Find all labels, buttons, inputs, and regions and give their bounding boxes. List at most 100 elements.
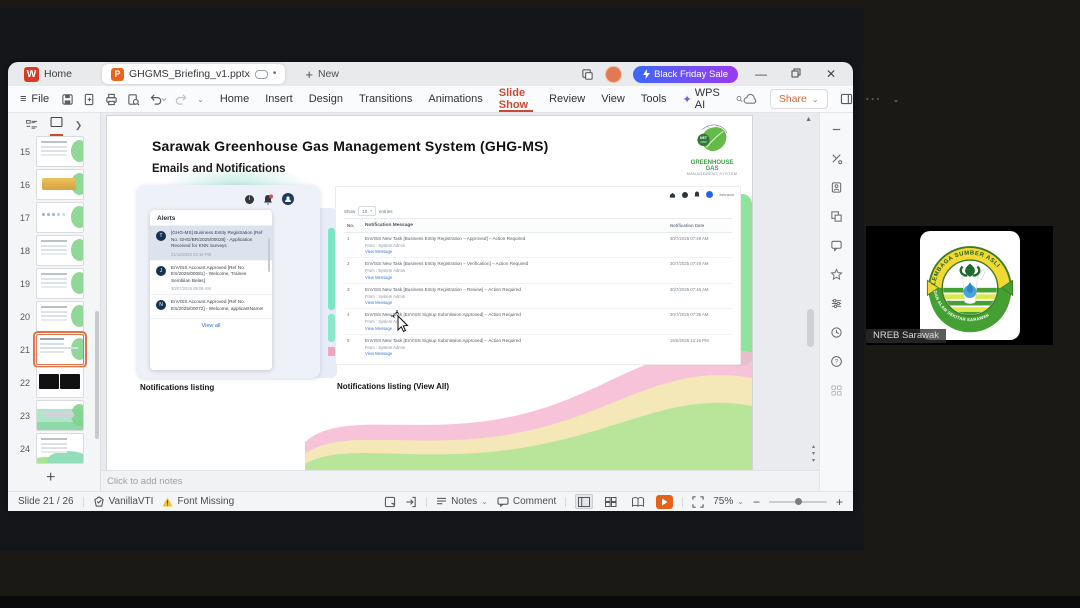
- tab-slide-show[interactable]: Slide Show: [499, 86, 533, 112]
- svg-text:?: ?: [835, 359, 839, 366]
- view-message-link[interactable]: View Message: [365, 275, 670, 281]
- new-tab-button[interactable]: + New: [305, 67, 339, 82]
- zoom-slider-knob[interactable]: [794, 498, 802, 505]
- save-icon[interactable]: [61, 93, 74, 106]
- tab-animations[interactable]: Animations: [428, 86, 482, 112]
- zoom-out-button[interactable]: −: [753, 495, 760, 509]
- slide-subtitle: Emails and Notifications: [152, 163, 286, 175]
- tab-review[interactable]: Review: [549, 86, 585, 112]
- tab-home[interactable]: Home: [220, 86, 249, 112]
- canvas-scroll-up-icon[interactable]: ▲: [805, 116, 812, 123]
- add-slide-button[interactable]: +: [46, 469, 55, 487]
- font-missing-warning[interactable]: Font Missing: [162, 496, 234, 507]
- minimize-button[interactable]: —: [749, 68, 773, 80]
- tab-transitions[interactable]: Transitions: [359, 86, 412, 112]
- alert-item[interactable]: T [GHG-MS] Business Entity Registration …: [150, 226, 272, 261]
- undo-icon[interactable]: [149, 93, 167, 106]
- tab-design[interactable]: Design: [309, 86, 343, 112]
- alert-message: EnVISS Account Approved [Ref No. ES/2025…: [171, 299, 264, 312]
- slide-thumbnail-19[interactable]: 19: [8, 267, 100, 300]
- reading-view-button[interactable]: [629, 494, 647, 509]
- thumbnail-scrollbar[interactable]: [95, 311, 99, 439]
- history-icon[interactable]: [830, 326, 843, 339]
- panel-layout-icon[interactable]: [840, 93, 853, 105]
- view-all-link[interactable]: View all: [150, 319, 272, 333]
- zoom-slider[interactable]: [768, 498, 827, 505]
- promo-button[interactable]: Black Friday Sale: [633, 65, 738, 83]
- mini-window-icon[interactable]: [384, 496, 396, 508]
- prev-next-slide-buttons[interactable]: ▴ ▾ ▾: [812, 444, 815, 465]
- print-preview-icon[interactable]: [127, 93, 140, 106]
- outline-view-icon[interactable]: [25, 120, 38, 130]
- search-icon[interactable]: [736, 93, 743, 105]
- redo-icon[interactable]: [175, 93, 188, 106]
- view-message-link[interactable]: View Message: [365, 300, 670, 306]
- close-button[interactable]: ✕: [819, 68, 843, 80]
- slide-thumbnail-15[interactable]: 15: [8, 135, 100, 168]
- table-row: 2 EnVISS New Task [Business Entity Regis…: [344, 258, 732, 284]
- apps-grid-icon[interactable]: [830, 384, 843, 397]
- zoom-level[interactable]: 75% ⌄: [713, 496, 744, 507]
- help-icon[interactable]: ?: [830, 355, 843, 368]
- tab-view[interactable]: View: [601, 86, 625, 112]
- wps-home-tab[interactable]: W Home: [14, 66, 72, 82]
- settings-sliders-icon[interactable]: [830, 297, 843, 310]
- slideshow-play-button[interactable]: [656, 494, 674, 509]
- collapse-rail-icon[interactable]: [830, 123, 843, 136]
- file-menu[interactable]: ≡ File: [20, 93, 49, 105]
- tab-wps-ai[interactable]: ✦ WPS AI: [683, 86, 720, 112]
- print-icon[interactable]: [105, 93, 118, 106]
- svg-text:2050: 2050: [700, 140, 707, 144]
- tab-list-icon[interactable]: [581, 68, 594, 81]
- shapes-icon[interactable]: [830, 210, 843, 223]
- slide-thumbnail-24[interactable]: 24: [8, 432, 100, 465]
- document-tab[interactable]: P GHGMS_Briefing_v1.pptx •: [102, 64, 286, 84]
- notes-bar[interactable]: Click to add notes: [101, 470, 819, 491]
- slide-thumbnail-23[interactable]: 23: [8, 399, 100, 432]
- account-avatar[interactable]: [605, 65, 623, 83]
- editing-canvas: Sarawak Greenhouse Gas Management System…: [101, 113, 819, 491]
- slide-thumbnail-16[interactable]: 16: [8, 168, 100, 201]
- participant-video-tile[interactable]: LEMBAGA SUMBER ASLI DAN ALAM SEKITAR SAR…: [866, 226, 1053, 345]
- collapse-ribbon-icon[interactable]: ⌄: [893, 95, 900, 104]
- slide-view-icon[interactable]: [50, 116, 63, 128]
- zoom-in-button[interactable]: +: [836, 495, 843, 509]
- document-title: GHGMS_Briefing_v1.pptx: [129, 68, 250, 80]
- alerts-scrollbar[interactable]: [268, 238, 270, 272]
- alerts-dropdown-card: Alerts T [GHG-MS] Business Entity Regist…: [150, 210, 272, 370]
- favorites-icon[interactable]: [830, 268, 843, 281]
- alert-item[interactable]: N EnVISS Account Approved [Ref No. ES/20…: [150, 295, 272, 319]
- normal-view-button[interactable]: [575, 494, 594, 509]
- alert-item[interactable]: J EnVISS Account Approved [Ref No. ES/20…: [150, 261, 272, 296]
- view-message-link[interactable]: View Message: [365, 351, 670, 357]
- view-message-link[interactable]: View Message: [365, 249, 670, 255]
- entries-select[interactable]: 10 ▾: [358, 206, 377, 216]
- exit-show-icon[interactable]: [405, 496, 417, 508]
- theme-indicator[interactable]: VanillaVTI: [93, 496, 153, 507]
- collapse-panel-icon[interactable]: ❯: [75, 120, 83, 131]
- profile-name: Johnson: [718, 192, 734, 197]
- restore-button[interactable]: [784, 68, 808, 80]
- slide-thumbnail-17[interactable]: 17: [8, 201, 100, 234]
- notes-toggle[interactable]: Notes ⌄: [436, 496, 488, 507]
- slide-thumbnail-20[interactable]: 20: [8, 300, 100, 333]
- view-message-link[interactable]: View Message: [365, 326, 670, 332]
- comment-panel-icon[interactable]: [830, 239, 843, 252]
- slide-thumbnail-18[interactable]: 18: [8, 234, 100, 267]
- slide-canvas[interactable]: Sarawak Greenhouse Gas Management System…: [106, 115, 753, 473]
- resume-assistant-icon[interactable]: [830, 181, 843, 194]
- more-options-icon[interactable]: ⋯: [865, 89, 881, 109]
- tab-insert[interactable]: Insert: [265, 86, 293, 112]
- fit-slide-icon[interactable]: [692, 495, 704, 508]
- slide-thumbnail-22[interactable]: 22: [8, 366, 100, 399]
- canvas-scrollbar[interactable]: [807, 309, 814, 347]
- quickbar-more-icon[interactable]: ⌄: [197, 95, 204, 104]
- slide-sorter-view-button[interactable]: [602, 494, 620, 509]
- comment-button[interactable]: Comment: [497, 496, 556, 507]
- share-button[interactable]: Share ⌄: [769, 89, 828, 109]
- edit-tools-icon[interactable]: [830, 152, 843, 165]
- cloud-sync-icon[interactable]: [743, 93, 758, 105]
- tab-tools[interactable]: Tools: [641, 86, 667, 112]
- slide-thumbnail-21[interactable]: 21: [8, 331, 100, 368]
- export-icon[interactable]: [83, 93, 96, 106]
